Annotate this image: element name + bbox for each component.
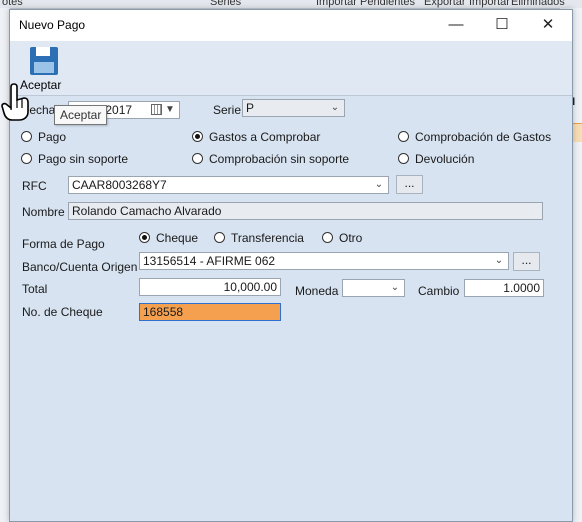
cambio-label: Cambio	[418, 284, 460, 298]
nuevo-pago-dialog: Nuevo Pago — ☐ ✕ Aceptar Fecha 09/04/201…	[9, 9, 573, 522]
rfc-label: RFC	[22, 179, 47, 193]
dialog-toolbar: Aceptar	[10, 41, 572, 96]
floppy-disk-icon	[30, 47, 58, 75]
rfc-value: CAAR8003268Y7	[72, 178, 167, 192]
banco-search-button[interactable]: ...	[513, 252, 540, 271]
cheque-number-field[interactable]: 168558	[139, 303, 281, 321]
radio-devolucion[interactable]: Devolución	[398, 152, 498, 166]
chevron-down-icon[interactable]: ⌄	[492, 253, 506, 269]
chevron-down-icon[interactable]: ⌄	[328, 100, 342, 116]
cambio-value: 1.0000	[503, 281, 540, 295]
radio-label: Otro	[339, 231, 363, 245]
banco-value: 13156514 - AFIRME 062	[143, 254, 276, 268]
radio-comprobacion-de-gastos[interactable]: Comprobación de Gastos	[398, 130, 558, 144]
radio-indicator	[398, 131, 409, 142]
radio-indicator	[21, 153, 32, 164]
close-button[interactable]: ✕	[526, 14, 570, 38]
radio-comprobacion-sin-soporte[interactable]: Comprobación sin soporte	[192, 152, 352, 166]
serie-value: P	[246, 101, 255, 115]
radio-label: Devolución	[415, 152, 475, 166]
radio-pago-sin-soporte[interactable]: Pago sin soporte	[21, 152, 141, 166]
forma-pago-label: Forma de Pago	[22, 237, 105, 251]
radio-label: Comprobación sin soporte	[209, 152, 350, 166]
radio-label: Pago sin soporte	[38, 152, 129, 166]
nombre-field[interactable]: Rolando Camacho Alvarado	[68, 202, 543, 220]
radio-indicator	[214, 232, 225, 243]
radio-otro[interactable]: Otro	[322, 231, 367, 245]
nombre-value: Rolando Camacho Alvarado	[72, 204, 222, 218]
moneda-label: Moneda	[295, 284, 339, 298]
cheque-value: 168558	[143, 305, 184, 319]
total-label: Total	[22, 282, 48, 296]
hand-cursor-icon	[1, 83, 29, 121]
radio-indicator	[21, 131, 32, 142]
nombre-label: Nombre	[22, 205, 65, 219]
radio-label: Comprobación de Gastos	[415, 130, 552, 144]
chevron-down-icon[interactable]: ⌄	[372, 177, 386, 193]
radio-indicator	[192, 131, 203, 142]
bg-item: Series	[210, 0, 242, 8]
minimize-button[interactable]: —	[434, 14, 478, 38]
banco-combobox[interactable]: 13156514 - AFIRME 062 ⌄	[139, 252, 509, 270]
title-bar: Nuevo Pago — ☐ ✕	[10, 10, 572, 41]
serie-select[interactable]: P ⌄	[242, 99, 345, 117]
chevron-down-icon[interactable]: ▼	[163, 102, 177, 118]
radio-label: Gastos a Comprobar	[209, 130, 321, 144]
cheque-label: No. de Cheque	[22, 305, 103, 319]
radio-label: Cheque	[156, 231, 199, 245]
dialog-title: Nuevo Pago	[19, 18, 86, 32]
radio-cheque[interactable]: Cheque	[139, 231, 204, 245]
bg-item: Importar	[469, 0, 510, 8]
accept-tooltip: Aceptar	[54, 105, 108, 125]
background-toolbar: otes Series Importar Pendientes Exportar…	[0, 0, 582, 9]
total-value: 10,000.00	[223, 280, 277, 294]
calendar-icon[interactable]	[151, 104, 162, 115]
radio-label: Transferencia	[231, 231, 304, 245]
cambio-field[interactable]: 1.0000	[464, 279, 544, 297]
radio-indicator	[322, 232, 333, 243]
radio-gastos-a-comprobar[interactable]: Gastos a Comprobar	[192, 130, 332, 144]
chevron-down-icon[interactable]: ⌄	[388, 280, 402, 296]
rfc-search-button[interactable]: ...	[396, 175, 423, 194]
banco-label: Banco/Cuenta Origen	[22, 260, 138, 274]
maximize-button[interactable]: ☐	[480, 14, 524, 38]
moneda-select[interactable]: ⌄	[342, 279, 405, 297]
bg-item: otes	[2, 0, 23, 8]
radio-transferencia[interactable]: Transferencia	[214, 231, 309, 245]
bg-item: Importar Pendientes	[316, 0, 416, 8]
bg-item: Exportar	[424, 0, 466, 8]
radio-indicator	[192, 153, 203, 164]
rfc-combobox[interactable]: CAAR8003268Y7 ⌄	[68, 176, 389, 194]
radio-indicator	[139, 232, 150, 243]
bg-item: Eliminados	[511, 0, 565, 8]
radio-pago[interactable]: Pago	[21, 130, 91, 144]
radio-label: Pago	[38, 130, 67, 144]
radio-indicator	[398, 153, 409, 164]
serie-label: Serie	[213, 103, 242, 117]
total-field[interactable]: 10,000.00	[139, 278, 281, 296]
